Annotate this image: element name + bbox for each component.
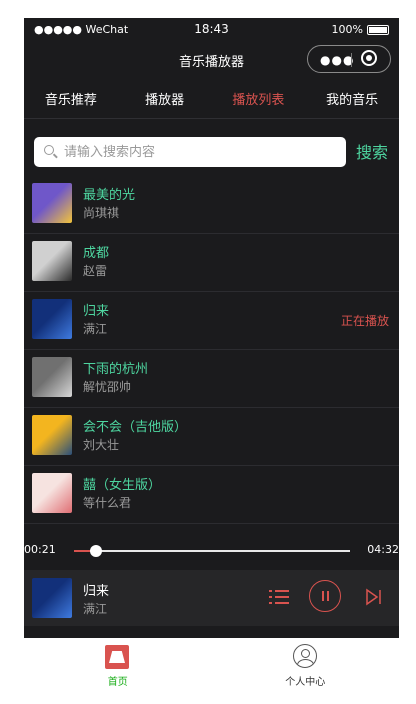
next-track-icon[interactable] (364, 588, 384, 606)
song-list: 最美的光尚琪祺成都赵雷归来满江 正在播放下雨的杭州解忧邵帅会不会（吉他版） 刘大壮囍… (24, 176, 399, 530)
progress-handle[interactable] (90, 545, 103, 557)
search-box (34, 137, 346, 167)
album-cover (32, 473, 72, 513)
search-button[interactable]: 搜索 (356, 139, 388, 163)
now-playing-bar[interactable]: 归来 满江 (24, 570, 399, 626)
now-playing-badge: 正在播放 (340, 314, 389, 328)
song-row[interactable]: 归来满江 正在播放 (24, 292, 399, 350)
now-playing-artist: 满江 (83, 602, 108, 616)
song-title: 归来 (83, 304, 110, 319)
user-icon (292, 644, 317, 668)
tabbar-profile[interactable]: 个人中心 (212, 638, 400, 686)
now-playing-title: 归来 (83, 584, 110, 599)
song-artist: 刘大壮 (83, 438, 120, 452)
battery-percent: 100% (331, 23, 363, 36)
song-title: 下雨的杭州 (83, 362, 149, 377)
album-cover (32, 299, 72, 339)
tabbar-home[interactable]: 首页 (24, 638, 212, 686)
song-title: 成都 (83, 246, 110, 261)
wechat-miniprogram-screen: ●●●●● WeChat 18:43 100% 音乐播放器 ●●● 音乐推荐 播… (24, 18, 399, 686)
search-input[interactable] (64, 137, 334, 167)
song-row[interactable]: 下雨的杭州 解忧邵帅 (24, 350, 399, 408)
search-icon (44, 145, 54, 155)
song-row[interactable]: 会不会（吉他版） 刘大壮 (24, 408, 399, 466)
home-icon (105, 645, 129, 669)
song-artist: 解忧邵帅 (83, 380, 132, 394)
now-playing-cover (32, 578, 72, 618)
song-title: 最美的光 (83, 188, 136, 203)
progress-bar: 00:21 04:32 (24, 540, 399, 560)
status-bar: ●●●●● WeChat 18:43 100% (24, 18, 399, 42)
pause-button[interactable] (309, 580, 341, 612)
more-options-icon[interactable]: ●●● (320, 53, 354, 67)
song-title: 会不会（吉他版） (83, 420, 188, 435)
song-artist: 赵雷 (83, 264, 108, 278)
tabbar-home-label: 首页 (107, 677, 128, 686)
miniprogram-capsule: ●●● (307, 45, 391, 73)
battery-icon (367, 24, 389, 35)
capsule-divider (351, 53, 352, 67)
song-row[interactable]: 最美的光 尚琪祺 (24, 176, 399, 234)
song-row[interactable]: 成都 赵雷 (24, 234, 399, 292)
song-artist: 尚琪祺 (83, 206, 120, 220)
album-cover (32, 357, 72, 397)
song-row[interactable]: 囍（女生版） 等什么君 (24, 466, 399, 524)
tab-recommend[interactable]: 音乐推荐 (24, 84, 118, 118)
album-cover (32, 241, 72, 281)
song-artist: 等什么君 (83, 496, 132, 510)
tab-playlist[interactable]: 播放列表 (212, 84, 306, 118)
tabbar-profile-label: 个人中心 (285, 677, 326, 686)
tab-player[interactable]: 播放器 (118, 84, 212, 118)
tab-my-music[interactable]: 我的音乐 (305, 84, 399, 118)
battery-status: 100% (332, 23, 389, 36)
album-cover (32, 183, 72, 223)
close-miniprogram-icon[interactable] (361, 50, 377, 66)
song-title: 囍（女生版） (83, 478, 162, 493)
progress-track[interactable] (74, 545, 350, 557)
playlist-icon[interactable] (269, 588, 289, 606)
album-cover (32, 415, 72, 455)
nav-bar: 音乐播放器 ●●● (24, 42, 399, 78)
song-artist: 满江 (83, 322, 108, 336)
top-tabs: 音乐推荐 播放器 播放列表 我的音乐 (24, 84, 399, 119)
total-time: 04:32 (367, 543, 399, 556)
current-time: 00:21 (24, 543, 56, 556)
bottom-tab-bar: 首页 个人中心 (24, 638, 399, 686)
song-row[interactable] (24, 524, 399, 530)
